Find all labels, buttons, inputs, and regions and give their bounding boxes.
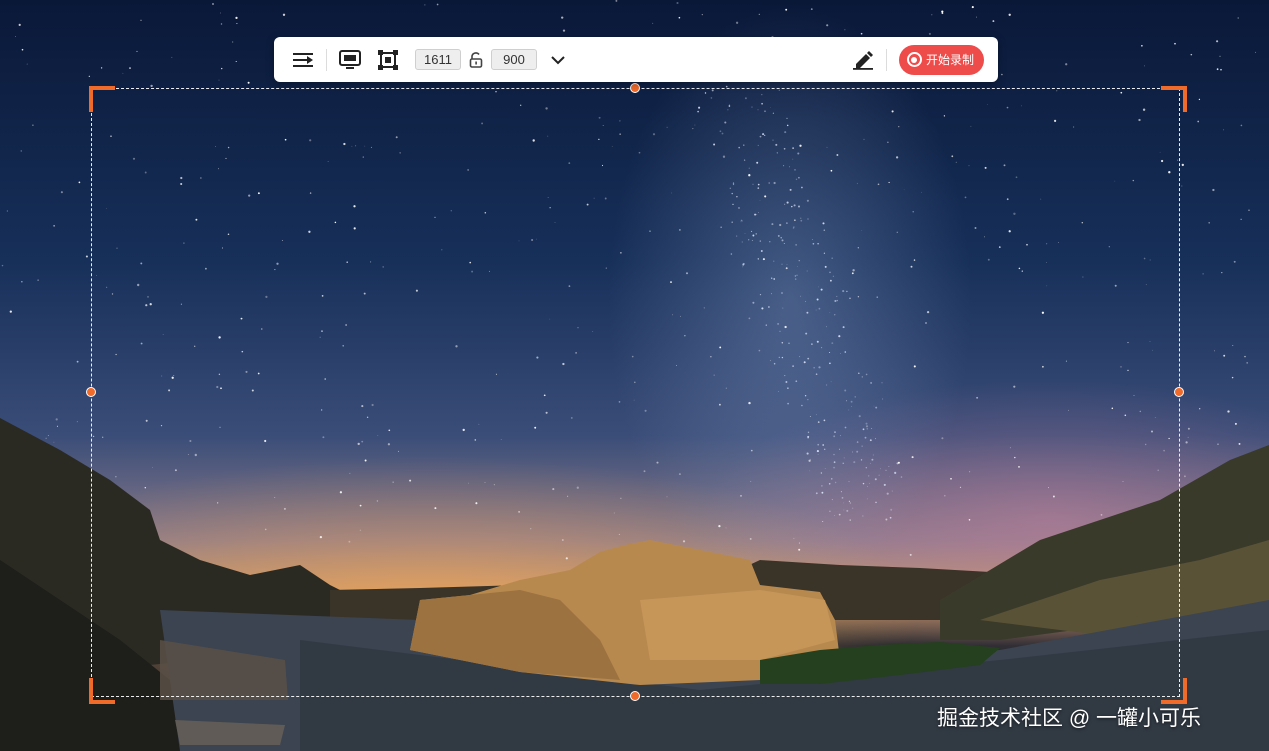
start-recording-button[interactable]: 开始录制: [898, 44, 984, 75]
watermark: 掘金技术社区 @ 一罐小可乐: [937, 707, 1201, 730]
height-input[interactable]: 900: [491, 49, 537, 70]
start-recording-label: 开始录制: [925, 53, 974, 67]
align-right-icon[interactable]: [288, 45, 318, 75]
width-input[interactable]: 1611: [415, 49, 461, 70]
chevron-down-icon[interactable]: [543, 45, 573, 75]
unlock-icon[interactable]: [465, 49, 487, 71]
corner-handle-bottom-left[interactable]: [89, 678, 115, 704]
corner-handle-top-right[interactable]: [1161, 86, 1187, 112]
toolbar-divider: [326, 48, 327, 71]
corner-handle-bottom-right[interactable]: [1161, 678, 1187, 704]
resize-handle-left[interactable]: [86, 387, 96, 397]
capture-region-frame[interactable]: [91, 88, 1180, 697]
record-circle-icon: [906, 52, 922, 67]
resize-handle-bottom[interactable]: [630, 691, 640, 701]
monitor-icon[interactable]: [335, 45, 365, 75]
pen-eraser-icon[interactable]: [848, 45, 878, 75]
toolbar-divider: [885, 48, 887, 71]
crop-frame-icon[interactable]: [373, 45, 403, 75]
capture-toolbar: 1611 900 开始录制: [274, 37, 998, 82]
resize-handle-top[interactable]: [630, 83, 640, 93]
resize-handle-right[interactable]: [1174, 387, 1184, 397]
corner-handle-top-left[interactable]: [89, 86, 115, 112]
